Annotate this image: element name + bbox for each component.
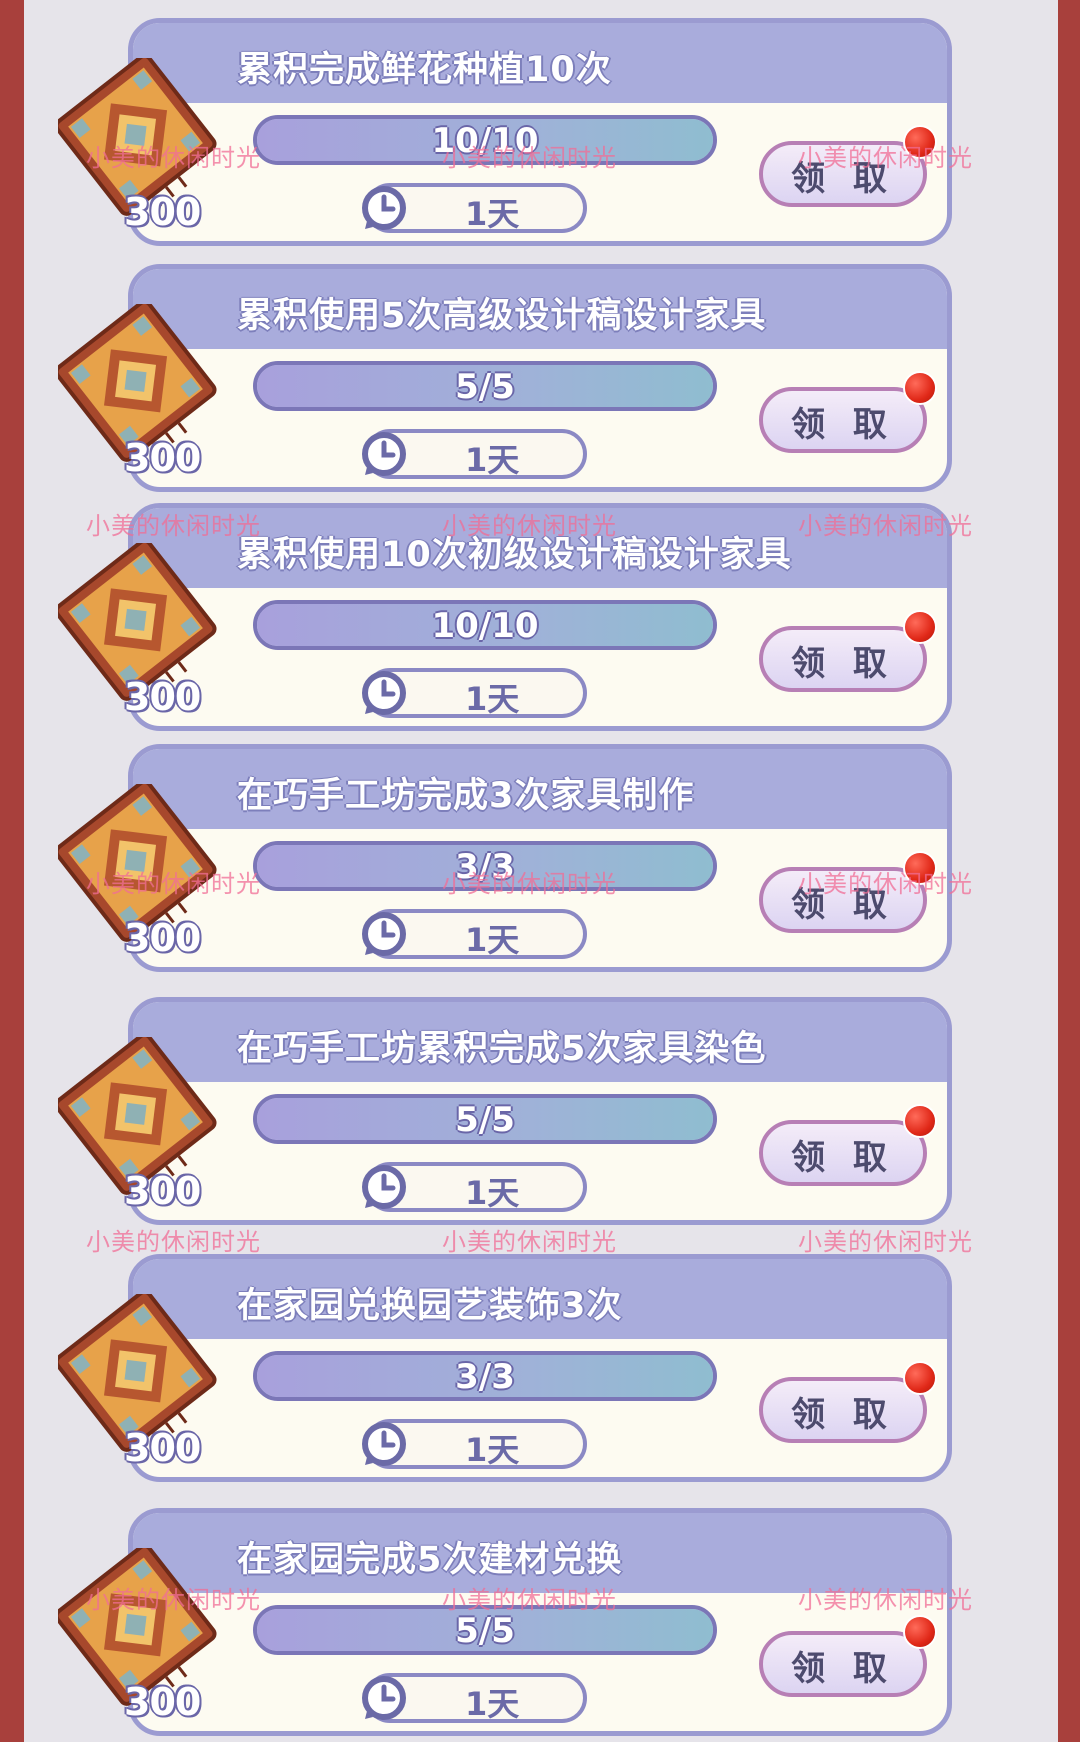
- task-timer-text: 1天: [465, 1431, 520, 1469]
- task-card: 累积使用5次高级设计稿设计家具 5/5 1天 领 取: [128, 264, 952, 492]
- watermark-text: 小美的休闲时光: [798, 870, 973, 898]
- claim-button[interactable]: 领 取: [759, 387, 927, 453]
- reward-item[interactable]: 300: [54, 538, 218, 719]
- task-timer-text: 1天: [465, 680, 520, 718]
- task-title: 在家园完成5次建材兑换: [237, 1540, 623, 1580]
- task-timer-text: 1天: [465, 1174, 520, 1212]
- task-timer: 1天: [362, 429, 587, 479]
- task-timer-text: 1天: [465, 441, 520, 479]
- red-dot-icon: [903, 1361, 937, 1395]
- task-progress-text: 10/10: [431, 606, 539, 646]
- claim-button-label: 领 取: [791, 405, 895, 445]
- red-dot-icon: [903, 1615, 937, 1649]
- clock-icon: [359, 668, 409, 718]
- task-timer: 1天: [362, 1673, 587, 1723]
- task-progress-bar: 10/10: [253, 600, 717, 650]
- task-progress-text: 5/5: [455, 1100, 515, 1140]
- watermark-text: 小美的休闲时光: [86, 1228, 261, 1256]
- watermark-text: 小美的休闲时光: [86, 512, 261, 540]
- claim-button-label: 领 取: [791, 1395, 895, 1435]
- reward-item[interactable]: 300: [54, 1032, 218, 1213]
- watermark-text: 小美的休闲时光: [86, 1586, 261, 1614]
- red-dot-icon: [903, 371, 937, 405]
- reward-item[interactable]: 300: [54, 1289, 218, 1470]
- task-progress-bar: 5/5: [253, 1094, 717, 1144]
- reward-count: 300: [124, 1426, 201, 1470]
- claim-button[interactable]: 领 取: [759, 1377, 927, 1443]
- task-progress-bar: 3/3: [253, 1351, 717, 1401]
- task-title: 累积使用5次高级设计稿设计家具: [237, 296, 767, 336]
- task-title: 在巧手工坊完成3次家具制作: [237, 776, 695, 816]
- watermark-text: 小美的休闲时光: [798, 1586, 973, 1614]
- claim-button[interactable]: 领 取: [759, 1120, 927, 1186]
- task-timer-text: 1天: [465, 921, 520, 959]
- reward-item[interactable]: 300: [54, 299, 218, 480]
- claim-button[interactable]: 领 取: [759, 1631, 927, 1697]
- watermark-text: 小美的休闲时光: [442, 1228, 617, 1256]
- watermark-text: 小美的休闲时光: [798, 144, 973, 172]
- reward-count: 300: [124, 190, 201, 234]
- watermark-text: 小美的休闲时光: [798, 1228, 973, 1256]
- task-progress-text: 3/3: [455, 1357, 515, 1397]
- watermark-text: 小美的休闲时光: [86, 870, 261, 898]
- task-card: 在巧手工坊累积完成5次家具染色 5/5 1天 领 取: [128, 997, 952, 1225]
- clock-icon: [359, 1673, 409, 1723]
- task-card: 在家园兑换园艺装饰3次 3/3 1天 领 取: [128, 1254, 952, 1482]
- task-title: 在巧手工坊累积完成5次家具染色: [237, 1029, 767, 1069]
- watermark-text: 小美的休闲时光: [86, 144, 261, 172]
- red-dot-icon: [903, 1104, 937, 1138]
- task-timer: 1天: [362, 1162, 587, 1212]
- watermark-text: 小美的休闲时光: [798, 512, 973, 540]
- claim-button-label: 领 取: [791, 644, 895, 684]
- clock-icon: [359, 909, 409, 959]
- task-card: 累积完成鲜花种植10次 10/10 1天 领 取: [128, 18, 952, 246]
- watermark-text: 小美的休闲时光: [442, 870, 617, 898]
- reward-count: 300: [124, 436, 201, 480]
- task-timer: 1天: [362, 183, 587, 233]
- task-card: 在家园完成5次建材兑换 5/5 1天 领 取: [128, 1508, 952, 1736]
- task-timer: 1天: [362, 909, 587, 959]
- claim-button-label: 领 取: [791, 1138, 895, 1178]
- task-title: 在家园兑换园艺装饰3次: [237, 1286, 623, 1326]
- clock-icon: [359, 1419, 409, 1469]
- reward-count: 300: [124, 916, 201, 960]
- claim-button-label: 领 取: [791, 1649, 895, 1689]
- task-progress-bar: 5/5: [253, 361, 717, 411]
- task-card: 在巧手工坊完成3次家具制作 3/3 1天 领 取: [128, 744, 952, 972]
- red-dot-icon: [903, 610, 937, 644]
- reward-item[interactable]: 300: [54, 1543, 218, 1724]
- task-timer: 1天: [362, 1419, 587, 1469]
- watermark-text: 小美的休闲时光: [442, 1586, 617, 1614]
- task-progress-text: 5/5: [455, 367, 515, 407]
- reward-count: 300: [124, 1169, 201, 1213]
- task-timer-text: 1天: [465, 1685, 520, 1723]
- task-title: 累积完成鲜花种植10次: [237, 50, 612, 90]
- clock-icon: [359, 1162, 409, 1212]
- task-timer: 1天: [362, 668, 587, 718]
- watermark-text: 小美的休闲时光: [442, 512, 617, 540]
- clock-icon: [359, 183, 409, 233]
- claim-button[interactable]: 领 取: [759, 626, 927, 692]
- task-progress-text: 5/5: [455, 1611, 515, 1651]
- clock-icon: [359, 429, 409, 479]
- reward-count: 300: [124, 675, 201, 719]
- task-timer-text: 1天: [465, 195, 520, 233]
- watermark-text: 小美的休闲时光: [442, 144, 617, 172]
- reward-count: 300: [124, 1680, 201, 1724]
